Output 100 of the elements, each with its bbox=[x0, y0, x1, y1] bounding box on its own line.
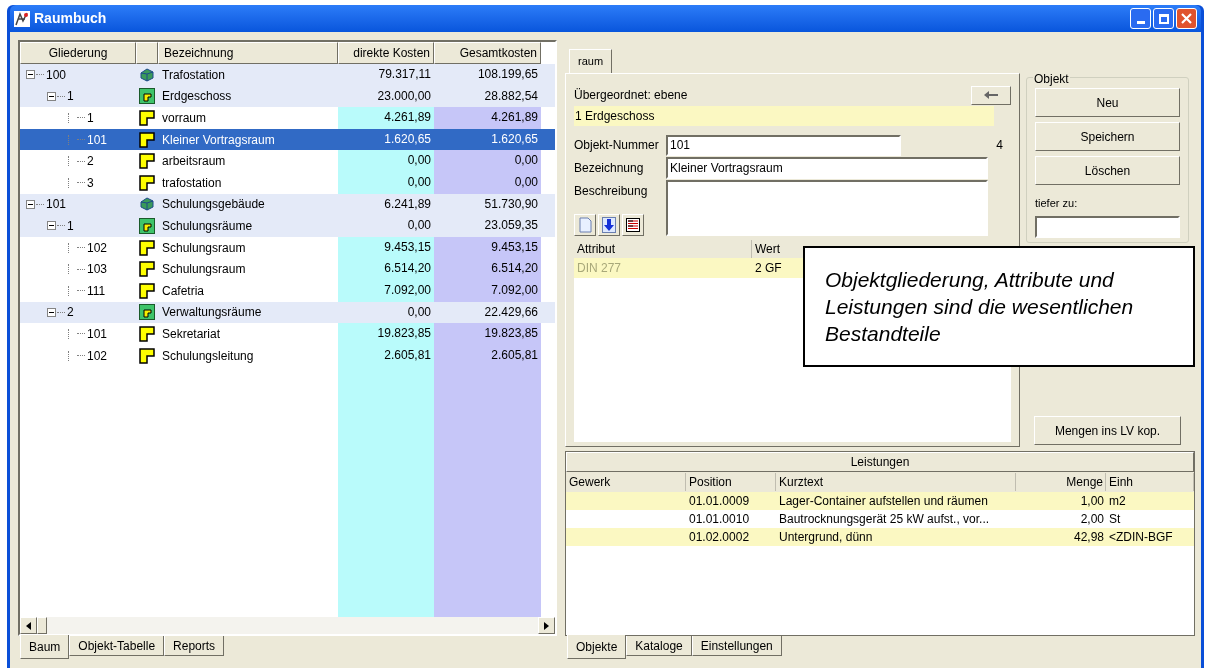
tab[interactable]: Reports bbox=[164, 636, 225, 656]
document-icon bbox=[578, 217, 592, 233]
import-button[interactable] bbox=[598, 214, 620, 236]
action-button[interactable]: Neu bbox=[1035, 88, 1180, 117]
table-cell-text: 2,00 bbox=[1079, 511, 1105, 528]
table-cell: 9.453,15 bbox=[338, 236, 434, 259]
floor-plan-icon bbox=[139, 88, 155, 105]
tab[interactable]: Objekte bbox=[567, 635, 627, 659]
table-cell-text: 6.241,89 bbox=[383, 195, 432, 213]
list-button[interactable] bbox=[622, 214, 644, 236]
object-name: Trafostation bbox=[162, 66, 225, 84]
table-cell: 0,00 bbox=[434, 150, 541, 172]
object-name: Kleiner Vortragsraum bbox=[162, 131, 275, 149]
outline-number: 2 bbox=[67, 304, 74, 322]
copy-quantities-button[interactable]: Mengen ins LV kop. bbox=[1034, 416, 1181, 445]
table-cell-text: 01.01.0010 bbox=[688, 511, 751, 528]
column-header[interactable]: Kurztext bbox=[776, 473, 1016, 491]
tab[interactable]: Einstellungen bbox=[691, 636, 782, 656]
room-plan-icon bbox=[139, 153, 155, 170]
description-field[interactable] bbox=[666, 180, 988, 236]
target-field[interactable] bbox=[1035, 215, 1180, 238]
field-label: Bezeichnung bbox=[574, 160, 645, 177]
table-cell: 2.605,81 bbox=[434, 344, 541, 367]
object-name: Cafetria bbox=[162, 282, 205, 300]
object-name: Schulungsraum bbox=[162, 261, 246, 279]
table-cell-text: 0,00 bbox=[406, 303, 432, 321]
outline-number: 102 bbox=[87, 347, 108, 365]
outline-number: 101 bbox=[87, 131, 108, 149]
collapse-icon[interactable] bbox=[26, 70, 35, 80]
service-row[interactable]: 01.02.0002 Untergrund, dünn 42,98 <ZDIN-BGF bbox=[566, 528, 1194, 546]
collapse-icon[interactable] bbox=[47, 91, 56, 101]
table-cell-text: 0,00 bbox=[406, 217, 432, 235]
list-icon bbox=[626, 218, 640, 232]
window-title: Raumbuch bbox=[34, 9, 107, 28]
outline-number: 3 bbox=[87, 174, 94, 192]
table-cell-text: 01.01.0009 bbox=[688, 493, 751, 510]
outline-number: 101 bbox=[87, 325, 108, 343]
table-cell-text: 51.730,90 bbox=[483, 195, 539, 213]
column-header[interactable]: Gesamtkosten bbox=[434, 42, 541, 64]
object-number-field[interactable]: 101 bbox=[666, 134, 901, 156]
table-cell: 9.453,15 bbox=[434, 236, 541, 259]
tree-row[interactable]: 1 Erdgeschoss 23.000,00 28.882,54 bbox=[20, 85, 555, 108]
back-button[interactable] bbox=[971, 85, 1011, 105]
tree-row[interactable]: 101 Kleiner Vortragsraum 1.620,65 1.620,65 bbox=[20, 128, 555, 151]
horizontal-scrollbar[interactable] bbox=[20, 617, 555, 634]
down-arrow-icon bbox=[602, 217, 616, 233]
room-plan-icon bbox=[139, 174, 155, 191]
minimize-button[interactable] bbox=[1130, 8, 1151, 29]
object-name: arbeitsraum bbox=[162, 153, 226, 171]
column-header[interactable]: Gliederung bbox=[20, 42, 136, 64]
field-label: Beschreibung bbox=[574, 183, 649, 200]
left-arrow-icon bbox=[984, 91, 998, 99]
table-cell-text: 108.199,65 bbox=[476, 66, 539, 83]
tab[interactable]: Objekt-Tabelle bbox=[69, 636, 165, 656]
service-row[interactable]: 01.01.0009 Lager-Container aufstellen und räumen 1,00 m2 bbox=[566, 492, 1194, 510]
table-cell-text: 23.059,35 bbox=[483, 217, 539, 235]
column-header[interactable]: Bezeichnung bbox=[158, 42, 338, 64]
object-name: Schulungsleitung bbox=[162, 347, 254, 365]
column-header[interactable]: Wert bbox=[755, 242, 781, 256]
room-plan-icon bbox=[139, 110, 155, 126]
scroll-thumb[interactable] bbox=[37, 617, 47, 634]
table-cell-text: m2 bbox=[1108, 493, 1127, 510]
new-document-button[interactable] bbox=[574, 214, 596, 236]
tree-row[interactable]: 1 Schulungsräume 0,00 23.059,35 bbox=[20, 215, 555, 237]
action-button[interactable]: Löschen bbox=[1035, 156, 1180, 185]
column-header[interactable]: Menge bbox=[1016, 473, 1106, 491]
tab[interactable]: Baum bbox=[20, 635, 70, 659]
maximize-button[interactable] bbox=[1153, 8, 1174, 29]
tab[interactable]: raum bbox=[569, 49, 613, 73]
table-cell-text: 23.000,00 bbox=[376, 87, 432, 105]
table-cell: 6.514,20 bbox=[434, 258, 541, 280]
table-cell-text: 1.620,65 bbox=[383, 130, 432, 148]
name-field[interactable]: Kleiner Vortragsraum bbox=[666, 157, 988, 179]
table-cell-text: 2 GF bbox=[754, 260, 782, 277]
table-cell-text: Bautrocknungsgerät 25 kW aufst., vor... bbox=[778, 511, 991, 528]
collapse-icon[interactable] bbox=[47, 221, 56, 231]
object-name: Erdgeschoss bbox=[162, 88, 232, 106]
callout-text: Objektgliederung, Attribute und Leistungen sind die wesentlichen Bestandteile bbox=[825, 267, 1135, 347]
tree-row[interactable]: 2 Verwaltungsräume 0,00 22.429,66 bbox=[20, 301, 555, 324]
collapse-icon[interactable] bbox=[26, 199, 35, 209]
table-cell: 0,00 bbox=[434, 171, 541, 194]
column-header[interactable]: Einh bbox=[1106, 473, 1194, 491]
collapse-icon[interactable] bbox=[47, 307, 56, 317]
object-name: Sekretariat bbox=[162, 325, 221, 343]
column-header[interactable]: Position bbox=[686, 473, 776, 491]
column-header[interactable]: Gewerk bbox=[566, 473, 686, 491]
object-name: Schulungsräume bbox=[162, 217, 253, 235]
outline-number: 103 bbox=[87, 261, 108, 279]
action-button[interactable]: Speichern bbox=[1035, 122, 1180, 151]
tab[interactable]: Kataloge bbox=[626, 636, 692, 656]
tree-row[interactable]: 100 Trafostation 79.317,11 108.199,65 bbox=[20, 64, 555, 86]
outline-number: 1 bbox=[67, 217, 74, 235]
tree-row[interactable]: 101 Schulungsgebäude 6.241,89 51.730,90 bbox=[20, 193, 555, 216]
table-cell: 7.092,00 bbox=[338, 279, 434, 302]
outline-number: 102 bbox=[87, 239, 108, 257]
column-header[interactable] bbox=[136, 42, 158, 64]
column-header[interactable]: direkte Kosten bbox=[338, 42, 434, 64]
room-plan-icon bbox=[139, 347, 155, 364]
parent-label: Übergeordnet: ebene bbox=[574, 87, 688, 104]
close-button[interactable] bbox=[1176, 8, 1197, 29]
